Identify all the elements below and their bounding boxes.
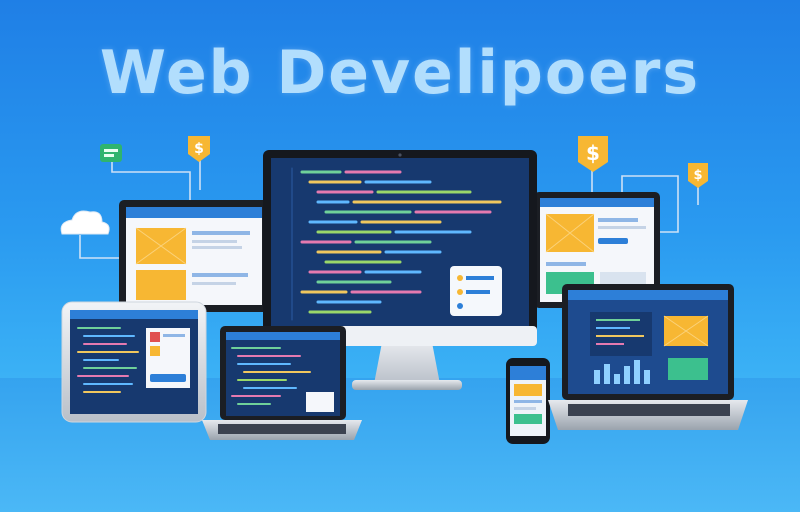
back-left-laptop bbox=[119, 200, 269, 312]
devices-illustration: $ $ $ bbox=[60, 136, 748, 444]
phone-device bbox=[506, 358, 550, 444]
tablet-device bbox=[61, 301, 207, 423]
dollar-badge-icon: $ bbox=[578, 136, 608, 172]
svg-text:$: $ bbox=[586, 141, 600, 165]
svg-text:$: $ bbox=[693, 168, 702, 183]
info-card bbox=[450, 266, 502, 316]
right-laptop bbox=[548, 284, 748, 430]
chat-icon bbox=[100, 144, 122, 162]
cloud-icon bbox=[60, 210, 110, 235]
front-laptop bbox=[202, 326, 362, 440]
dollar-badge-icon: $ bbox=[188, 136, 210, 162]
svg-text:$: $ bbox=[194, 141, 204, 157]
dollar-badge-icon: $ bbox=[688, 163, 708, 188]
